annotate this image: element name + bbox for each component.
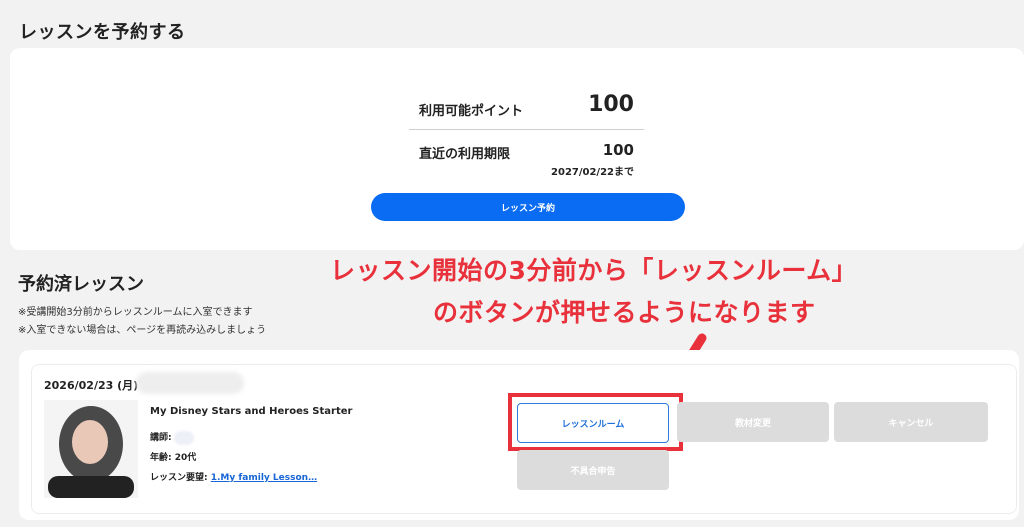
reserve-lesson-button[interactable]: レッスン予約 (371, 193, 685, 221)
expiry-date: 2027/02/22まで (551, 167, 634, 178)
request-label: レッスン要望: (150, 473, 208, 483)
points-label: 利用可能ポイント (419, 104, 524, 119)
page: レッスンを予約する 利用可能ポイント 100 直近の利用期限 100 2027/… (0, 0, 1024, 527)
expiry-label: 直近の利用期限 (419, 147, 511, 162)
course-title: My Disney Stars and Heroes Starter (150, 406, 353, 417)
avatar-silhouette-icon (48, 406, 134, 498)
annotation-line-1: レッスン開始の3分前から「レッスンルーム」 (330, 256, 858, 285)
booked-heading: 予約済レッスン (18, 274, 144, 295)
expiry-value: 100 (602, 141, 634, 159)
cancel-button[interactable]: キャンセル (834, 402, 988, 442)
request-link[interactable]: 1.My family Lesson… (211, 473, 317, 483)
blurred-time (136, 372, 244, 394)
lesson-date: 2026/02/23 (月) (44, 379, 139, 392)
teacher-label: 講師: (150, 433, 172, 443)
age-line: 年齢: 20代 (150, 453, 197, 463)
points-value: 100 (588, 92, 634, 117)
reserve-heading: レッスンを予約する (19, 22, 186, 43)
teacher-avatar (44, 400, 138, 498)
annotation-line-2: のボタンが押せるようになります (433, 298, 816, 327)
change-material-button[interactable]: 教材変更 (677, 402, 829, 442)
note-reload: ※入室できない場合は、ページを再読み込みしましょう (18, 325, 267, 336)
divider (409, 129, 644, 130)
report-issue-button[interactable]: 不具合申告 (517, 450, 669, 490)
lesson-room-button[interactable]: レッスンルーム (517, 403, 669, 443)
points-card: 利用可能ポイント 100 直近の利用期限 100 2027/02/22まで レッ… (10, 48, 1024, 250)
points-card-inner: 利用可能ポイント 100 直近の利用期限 100 2027/02/22まで レッ… (18, 56, 1016, 242)
note-entry-time: ※受講開始3分前からレッスンルームに入室できます (18, 307, 253, 318)
teacher-line: 講師: (150, 430, 194, 445)
blurred-teacher-name (173, 430, 194, 445)
request-line: レッスン要望: 1.My family Lesson… (150, 470, 317, 483)
